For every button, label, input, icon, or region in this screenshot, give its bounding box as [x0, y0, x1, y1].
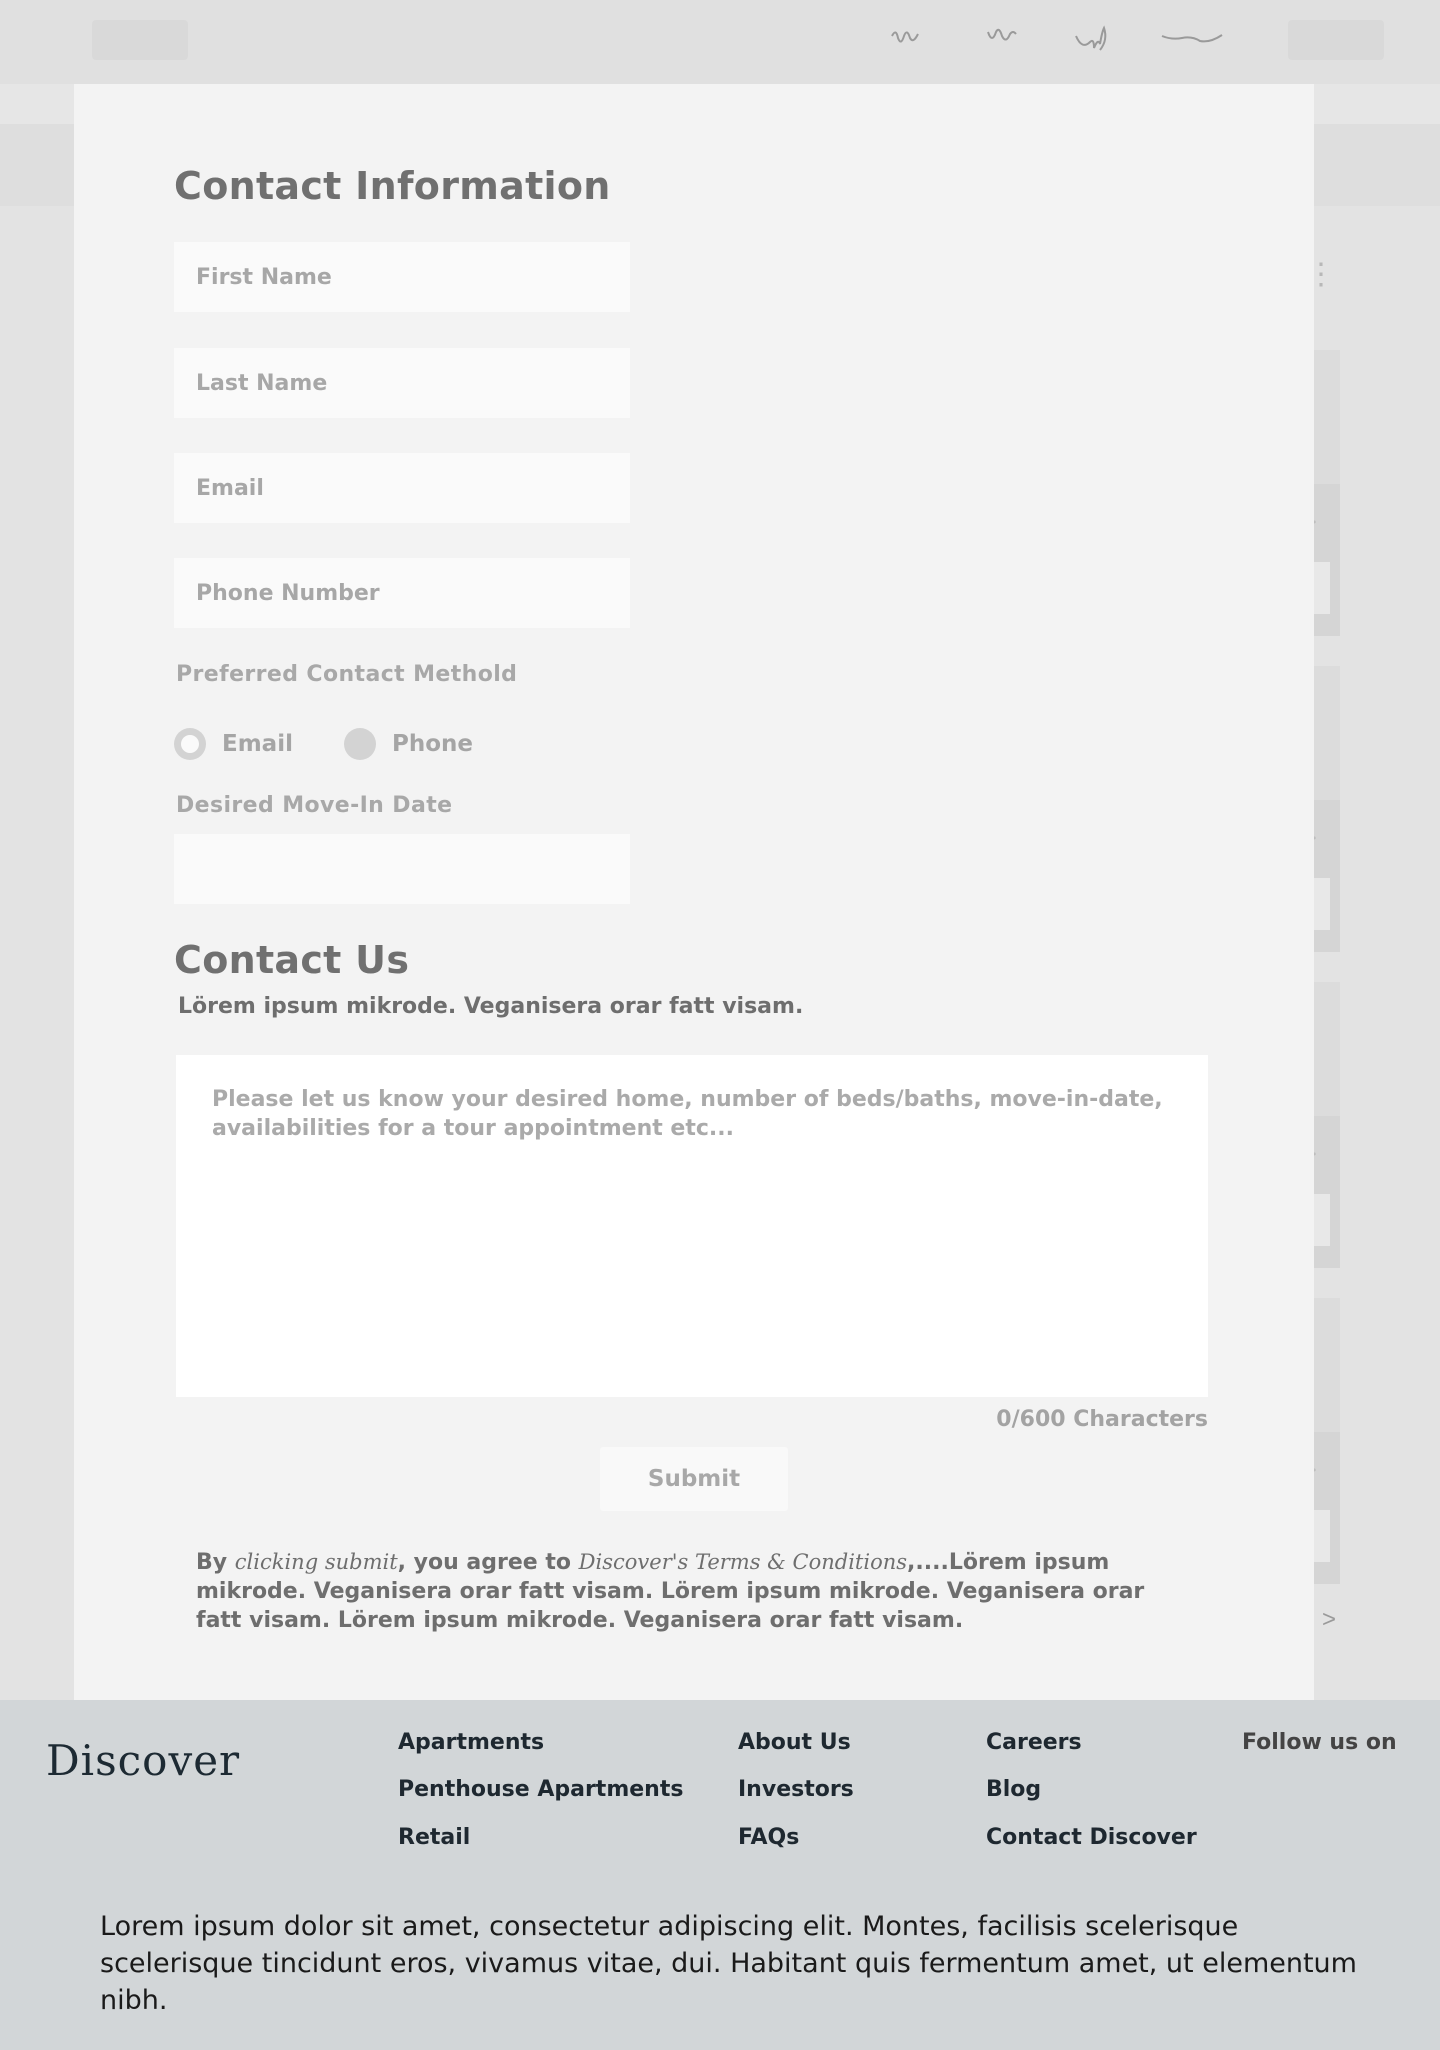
terms-emphasis: clicking submit — [234, 1550, 398, 1574]
submit-button[interactable]: Submit — [600, 1447, 788, 1511]
contact-information-title: Contact Information — [174, 164, 611, 208]
footer-link-about-us[interactable]: About Us — [738, 1730, 851, 1755]
email-input[interactable] — [174, 453, 630, 523]
last-name-input[interactable] — [174, 348, 630, 418]
move-in-date-label: Desired Move-In Date — [176, 793, 453, 818]
radio-unselected-icon — [344, 728, 376, 760]
footer-link-investors[interactable]: Investors — [738, 1777, 854, 1802]
footer-brand-logo[interactable]: Discover — [46, 1736, 240, 1785]
nav-scribble-3-icon — [1075, 25, 1107, 51]
nav-scribble-1-icon — [891, 31, 919, 43]
radio-label: Phone — [392, 731, 474, 757]
terms-and-conditions-link[interactable]: Discover's Terms & Conditions — [579, 1550, 907, 1574]
footer-link-penthouse-apartments[interactable]: Penthouse Apartments — [398, 1777, 683, 1802]
nav-scribble-4-icon — [1161, 34, 1223, 43]
footer-link-contact-discover[interactable]: Contact Discover — [986, 1825, 1197, 1850]
footer-link-faqs[interactable]: FAQs — [738, 1825, 799, 1850]
nav-scribble-2-icon — [987, 28, 1017, 41]
contact-us-title: Contact Us — [174, 938, 410, 982]
contact-method-phone-radio[interactable]: Phone — [344, 726, 473, 762]
radio-label: Email — [222, 731, 293, 757]
footer-description: Lorem ipsum dolor sit amet, consectetur … — [100, 1911, 1357, 2016]
move-in-date-input[interactable] — [174, 834, 630, 904]
terms-text: By — [196, 1550, 235, 1575]
preferred-contact-method-label: Preferred Contact Methold — [176, 662, 518, 687]
message-textarea[interactable] — [176, 1055, 1208, 1397]
background-header-button — [1288, 20, 1384, 60]
character-counter: 0/600 Characters — [996, 1407, 1208, 1432]
first-name-input[interactable] — [174, 242, 630, 312]
footer-link-blog[interactable]: Blog — [986, 1777, 1041, 1802]
footer-link-careers[interactable]: Careers — [986, 1730, 1082, 1755]
footer-link-apartments[interactable]: Apartments — [398, 1730, 544, 1755]
terms-notice: By clicking submit, you agree to Discove… — [196, 1548, 1196, 1635]
contact-method-email-radio[interactable]: Email — [174, 726, 293, 762]
terms-text: , you agree to — [397, 1550, 579, 1575]
background-next-arrow-icon: > — [1322, 1606, 1337, 1633]
contact-us-subtitle: Lörem ipsum mikrode. Veganisera orar fat… — [178, 994, 804, 1019]
contact-modal: Contact Information Preferred Contact Me… — [74, 84, 1314, 1700]
footer: Discover Apartments Penthouse Apartments… — [0, 1700, 1440, 2050]
follow-us-label: Follow us on — [1242, 1730, 1397, 1755]
footer-link-retail[interactable]: Retail — [398, 1825, 470, 1850]
radio-selected-icon — [174, 728, 206, 760]
background-logo-placeholder — [92, 20, 188, 60]
phone-number-input[interactable] — [174, 558, 630, 628]
background-header — [0, 0, 1440, 84]
